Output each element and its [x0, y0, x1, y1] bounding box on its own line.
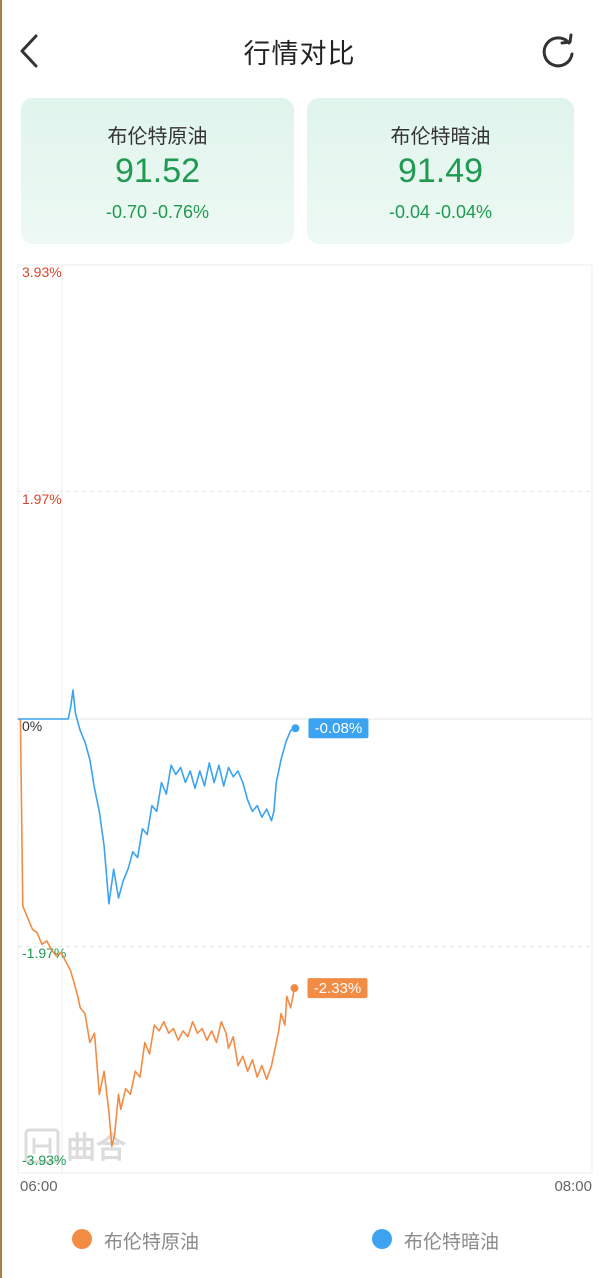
- series-end-dot: [290, 984, 299, 993]
- legend-dot: [372, 1229, 392, 1249]
- chart-grid: [17, 264, 593, 1174]
- series-end-label: -2.33%: [314, 980, 362, 997]
- y-tick-label: -3.93%: [22, 1152, 66, 1168]
- legend-dot: [72, 1229, 92, 1249]
- y-tick-label: 0%: [22, 718, 42, 734]
- y-tick-label: 3.93%: [22, 264, 62, 280]
- series-line: [18, 718, 296, 1148]
- series-end-dot: [291, 724, 300, 733]
- watermark-text: 曲合: [66, 1131, 126, 1165]
- legend-label: 布伦特暗油: [404, 1232, 500, 1253]
- x-axis-labels: 06:00 08:00: [20, 1178, 592, 1195]
- x-tick-label: 08:00: [554, 1178, 592, 1195]
- legend-label: 布伦特原油: [104, 1232, 200, 1253]
- series-end-label: -0.08%: [315, 720, 363, 737]
- y-tick-label: 1.97%: [22, 491, 62, 507]
- comparison-chart[interactable]: 曲合 3.93%1.97%0%-1.97%-3.93% 06:00 08:00 -…: [0, 0, 599, 1210]
- y-axis-labels: 3.93%1.97%0%-1.97%-3.93%: [22, 264, 66, 1168]
- chart-series: [18, 689, 300, 1148]
- x-tick-label: 06:00: [20, 1178, 58, 1195]
- series-line: [18, 689, 296, 905]
- series-end-tags: -2.33% -0.08%: [307, 718, 369, 999]
